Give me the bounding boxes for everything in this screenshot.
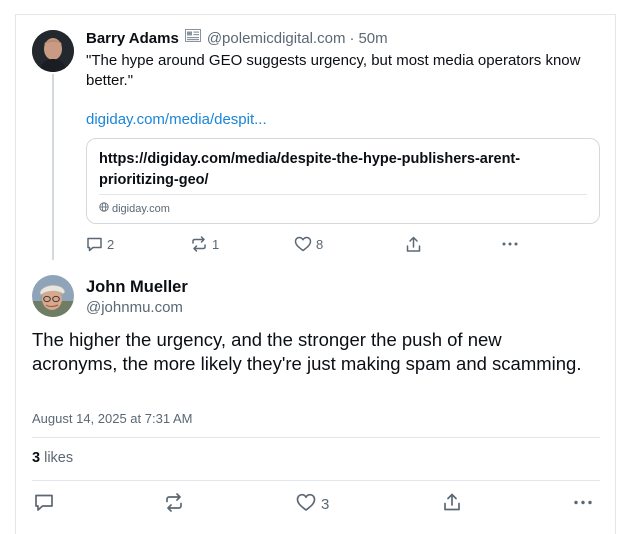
likes-label: likes (44, 450, 74, 466)
barry-adams-avatar[interactable] (32, 30, 74, 72)
main-repost-button[interactable] (164, 493, 184, 516)
link-preview-domain: digiday.com (112, 202, 170, 215)
repost-icon (190, 236, 208, 252)
globe-icon (99, 202, 109, 215)
share-button[interactable] (405, 236, 422, 253)
likes-summary[interactable]: 3 likes (32, 450, 73, 466)
post-link[interactable]: digiday.com/media/despit... (86, 111, 267, 128)
author-handle[interactable]: @polemicdigital.com (207, 30, 346, 47)
main-post-text: The higher the urgency, and the stronger… (32, 329, 582, 374)
john-mueller-avatar[interactable] (32, 275, 74, 317)
author-name[interactable]: Barry Adams (86, 30, 179, 47)
repost-button[interactable]: 1 (190, 236, 219, 252)
post-thread-container (15, 14, 616, 534)
repost-count: 1 (212, 236, 220, 252)
heart-icon (294, 236, 312, 252)
likes-count: 3 (32, 450, 41, 466)
heart-icon (296, 493, 316, 516)
repost-icon (164, 493, 184, 516)
main-reply-button[interactable] (34, 493, 54, 516)
timestamp-divider (32, 437, 600, 438)
link-preview-domain-row: digiday.com (99, 202, 170, 215)
more-icon (501, 236, 519, 252)
main-like-button[interactable]: 3 (296, 493, 329, 516)
reply-count: 2 (107, 236, 115, 252)
main-share-button[interactable] (442, 492, 462, 516)
reply-icon (34, 493, 54, 516)
reply-button[interactable]: 2 (86, 236, 114, 252)
share-icon (442, 492, 462, 516)
main-author-handle[interactable]: @johnmu.com (86, 298, 188, 318)
like-count: 8 (316, 236, 324, 252)
reply-parent-text: "The hype around GEO suggests urgency, b… (86, 52, 581, 89)
more-icon (573, 493, 593, 516)
link-preview-divider (99, 194, 587, 195)
link-preview-card[interactable]: https://digiday.com/media/despite-the-hy… (86, 138, 600, 224)
meta-separator: · (349, 29, 355, 47)
reply-parent-header: Barry Adams @polemicdigital.com · 50m (86, 29, 388, 47)
more-options-button[interactable] (501, 236, 519, 252)
main-more-options-button[interactable] (573, 493, 593, 516)
link-preview-title: https://digiday.com/media/despite-the-hy… (99, 151, 521, 188)
main-post-header: John Mueller @johnmu.com (86, 277, 188, 318)
thread-connector-line (52, 74, 54, 260)
main-post-timestamp[interactable]: August 14, 2025 at 7:31 AM (32, 411, 192, 426)
feed-badge-icon (184, 29, 201, 47)
share-icon (405, 236, 422, 253)
main-like-count: 3 (321, 496, 330, 513)
post-time-ago[interactable]: 50m (358, 30, 387, 47)
likes-divider (32, 480, 600, 481)
main-author-name[interactable]: John Mueller (86, 277, 188, 297)
like-button[interactable]: 8 (294, 236, 323, 252)
reply-icon (86, 236, 103, 252)
